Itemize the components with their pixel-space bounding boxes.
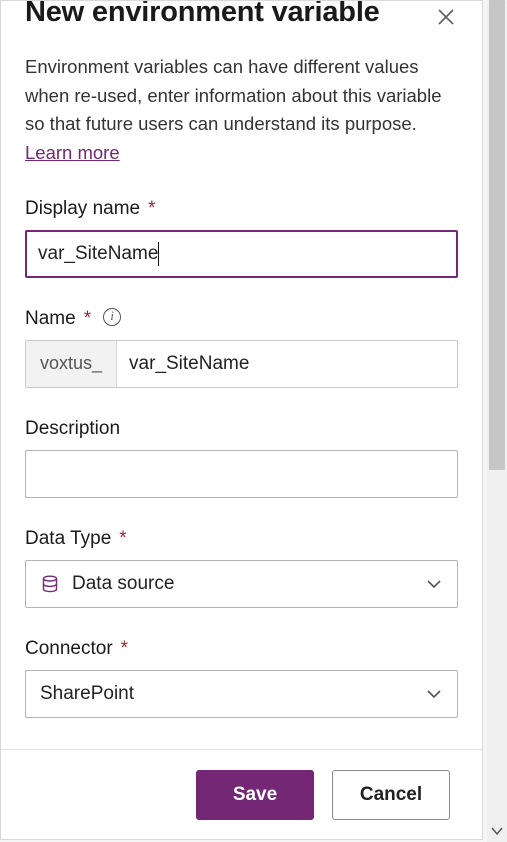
panel-body: New environment variable Environment var… — [1, 1, 482, 749]
connector-select[interactable]: SharePoint — [25, 670, 458, 718]
text-caret — [158, 242, 159, 266]
required-marker: * — [119, 528, 126, 550]
chevron-down-icon — [425, 685, 443, 703]
description-label: Description — [25, 418, 458, 440]
required-marker: * — [148, 198, 155, 220]
field-display-name: Display name * var_SiteName — [25, 198, 458, 278]
close-icon — [437, 8, 455, 26]
chevron-down-icon — [425, 575, 443, 593]
learn-more-link[interactable]: Learn more — [25, 142, 120, 163]
display-name-input[interactable]: var_SiteName — [25, 230, 458, 278]
scroll-down-icon[interactable] — [487, 822, 507, 840]
name-input[interactable] — [117, 341, 457, 387]
data-type-value: Data source — [72, 573, 174, 595]
data-type-label: Data Type * — [25, 528, 458, 550]
display-name-label: Display name * — [25, 198, 458, 220]
connector-label: Connector * — [25, 638, 458, 660]
label-text: Description — [25, 418, 120, 440]
name-prefix: voxtus_ — [26, 341, 117, 387]
intro-text: Environment variables can have different… — [25, 56, 442, 134]
name-input-group: voxtus_ — [25, 340, 458, 388]
database-icon — [40, 574, 60, 594]
info-icon[interactable]: i — [103, 308, 121, 326]
required-marker: * — [121, 638, 128, 660]
required-marker: * — [84, 308, 91, 330]
panel-header: New environment variable — [25, 1, 458, 35]
cancel-button[interactable]: Cancel — [332, 770, 450, 820]
close-button[interactable] — [428, 1, 464, 35]
field-data-type: Data Type * Data source — [25, 528, 458, 608]
panel-footer: Save Cancel — [1, 749, 482, 839]
field-connector: Connector * SharePoint — [25, 638, 458, 718]
label-text: Name — [25, 308, 76, 330]
connector-value: SharePoint — [40, 683, 134, 705]
save-button[interactable]: Save — [196, 770, 314, 820]
display-name-value: var_SiteName — [38, 243, 158, 265]
panel-title: New environment variable — [25, 1, 380, 27]
label-text: Display name — [25, 198, 140, 220]
description-input[interactable] — [25, 450, 458, 498]
scrollbar-thumb[interactable] — [489, 0, 505, 470]
field-name: Name * i voxtus_ — [25, 308, 458, 388]
data-type-select[interactable]: Data source — [25, 560, 458, 608]
page-scrollbar[interactable] — [487, 0, 507, 842]
name-label: Name * i — [25, 308, 458, 330]
new-env-var-panel: New environment variable Environment var… — [0, 0, 483, 840]
label-text: Data Type — [25, 528, 111, 550]
label-text: Connector — [25, 638, 113, 660]
panel-intro: Environment variables can have different… — [25, 53, 458, 168]
field-description: Description — [25, 418, 458, 498]
